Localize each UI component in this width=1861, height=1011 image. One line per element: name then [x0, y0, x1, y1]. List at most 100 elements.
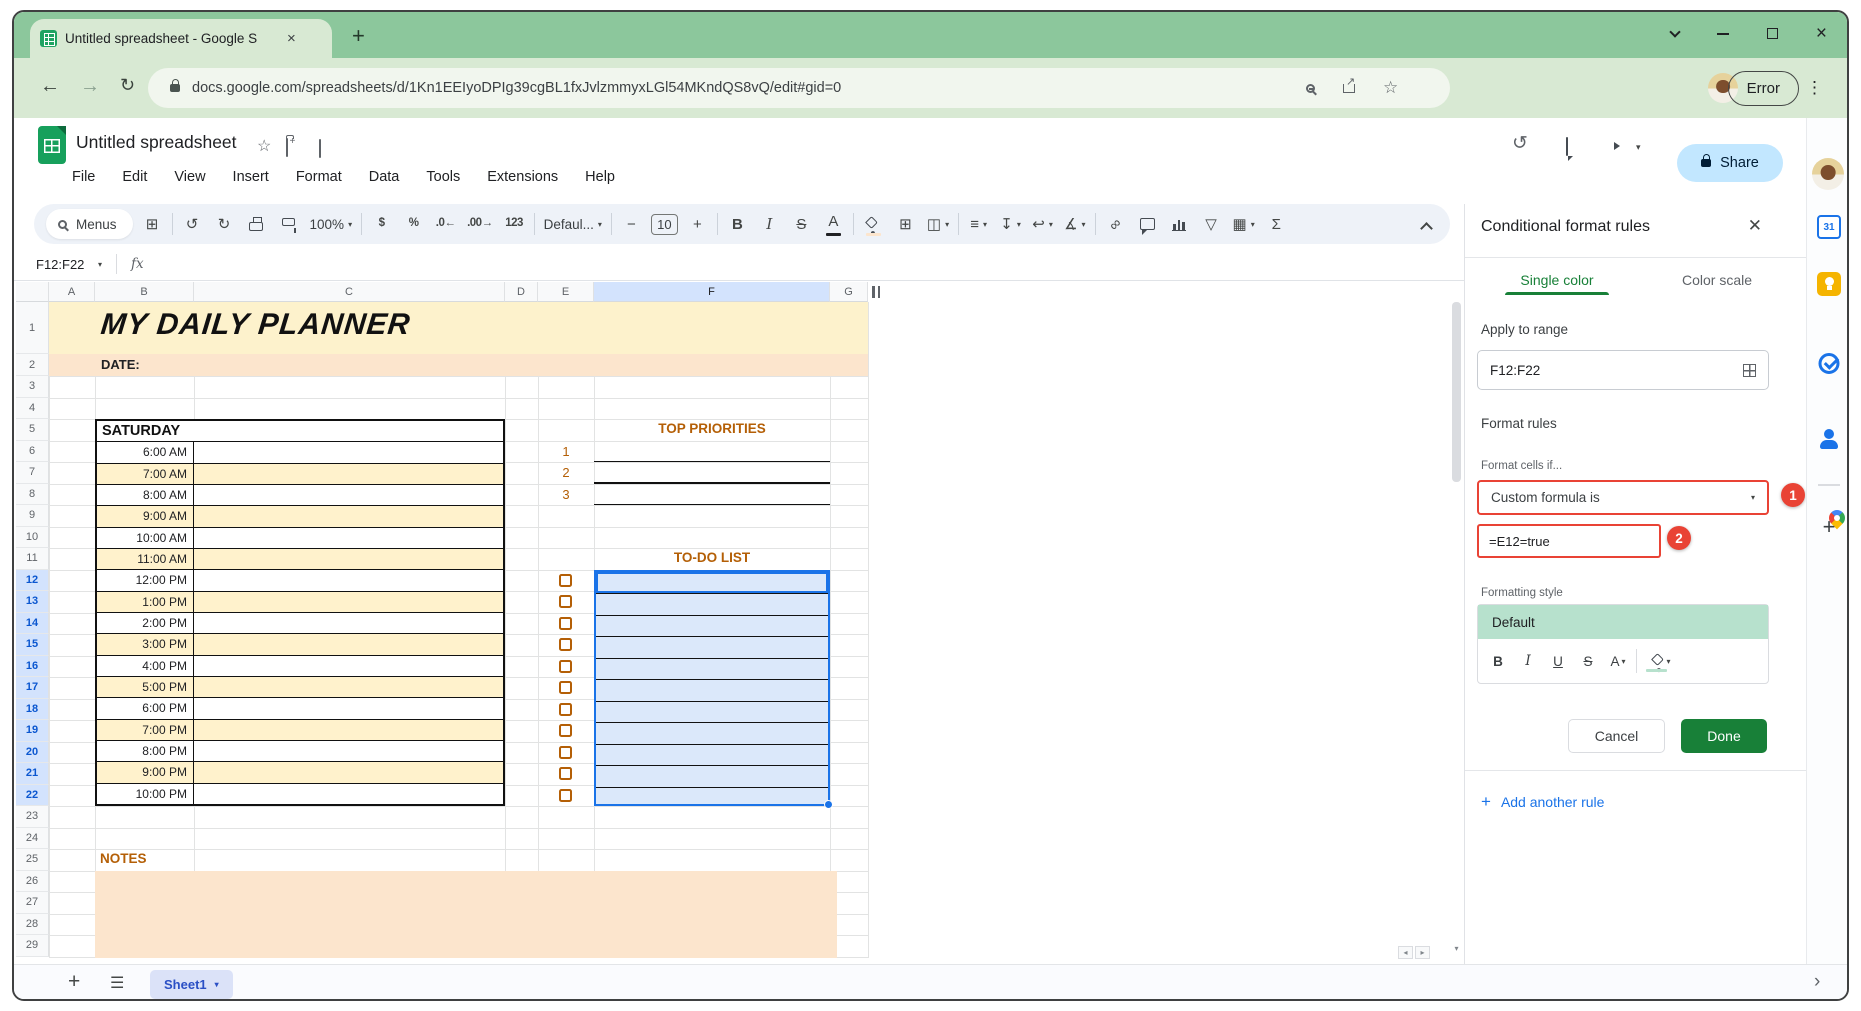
star-icon[interactable]: ☆ — [257, 136, 271, 156]
date-row[interactable]: DATE: — [49, 354, 868, 376]
condition-select[interactable]: Custom formula is ▾ — [1477, 480, 1769, 515]
font-select[interactable]: Defaul...▾ — [542, 210, 604, 238]
menu-format[interactable]: Format — [296, 169, 342, 185]
todo-checkbox[interactable] — [559, 703, 572, 716]
italic-icon[interactable]: I — [757, 210, 782, 238]
forward-icon[interactable]: → — [80, 75, 100, 98]
spreadsheet-grid[interactable]: ABCDEFG 12345678910111213141516171819202… — [14, 282, 1464, 958]
select-range-icon[interactable] — [1743, 364, 1756, 377]
schedule-entry-cell[interactable] — [194, 570, 503, 590]
todo-checkbox[interactable] — [559, 789, 572, 802]
keep-icon[interactable] — [1817, 272, 1841, 296]
panel-close-icon[interactable]: ✕ — [1748, 216, 1762, 236]
menu-view[interactable]: View — [174, 169, 205, 185]
error-button[interactable]: Error — [1728, 71, 1799, 106]
menu-insert[interactable]: Insert — [233, 169, 269, 185]
schedule-entry-cell[interactable] — [194, 592, 503, 612]
add-another-rule-button[interactable]: + Add another rule — [1481, 792, 1604, 812]
schedule-entry-cell[interactable] — [194, 720, 503, 740]
menu-help[interactable]: Help — [585, 169, 615, 185]
day-header[interactable]: SATURDAY — [97, 421, 503, 441]
row-header-2[interactable]: 2 — [16, 354, 49, 376]
tab-close-icon[interactable]: × — [287, 31, 296, 46]
row-header-13[interactable]: 13 — [16, 591, 49, 613]
style-strikethrough-icon[interactable]: S — [1576, 648, 1600, 674]
schedule-entry-cell[interactable] — [194, 784, 503, 804]
bold-icon[interactable]: B — [725, 210, 750, 238]
schedule-entry-cell[interactable] — [194, 464, 503, 484]
style-bold-icon[interactable]: B — [1486, 648, 1510, 674]
style-fill-color-icon[interactable]: ▾ — [1643, 648, 1681, 674]
schedule-row[interactable]: 7:00 AM — [97, 463, 503, 484]
todo-checkbox[interactable] — [559, 681, 572, 694]
schedule-row[interactable]: 10:00 PM — [97, 783, 503, 804]
tab-single-color[interactable]: Single color — [1505, 272, 1609, 288]
cancel-button[interactable]: Cancel — [1568, 719, 1665, 753]
row-header-18[interactable]: 18 — [16, 699, 49, 721]
priority-line[interactable] — [594, 482, 830, 484]
share-page-icon[interactable] — [1343, 84, 1355, 93]
insert-comment-icon[interactable] — [1135, 210, 1160, 238]
paint-format-icon[interactable] — [276, 210, 301, 238]
merge-cells-icon[interactable]: ◫▾ — [925, 210, 951, 238]
todo-checkbox[interactable] — [559, 574, 572, 587]
text-color-icon[interactable]: A — [821, 210, 846, 238]
increase-decimal-icon[interactable]: .00→ — [465, 210, 495, 238]
schedule-row[interactable]: 12:00 PM — [97, 569, 503, 590]
schedule-entry-cell[interactable] — [194, 549, 503, 569]
row-header-24[interactable]: 24 — [16, 828, 49, 850]
text-rotation-icon[interactable]: ∡▾ — [1062, 210, 1087, 238]
row-header-11[interactable]: 11 — [16, 548, 49, 570]
todo-checkbox[interactable] — [559, 724, 572, 737]
schedule-row[interactable]: 5:00 PM — [97, 676, 503, 697]
name-box[interactable]: F12:F22 — [36, 257, 98, 272]
schedule-entry-cell[interactable] — [194, 506, 503, 526]
todo-checkbox[interactable] — [559, 660, 572, 673]
style-text-color-icon[interactable]: A▾ — [1606, 648, 1630, 674]
row-header-27[interactable]: 27 — [16, 892, 49, 914]
schedule-entry-cell[interactable] — [194, 677, 503, 697]
range-input[interactable]: F12:F22 — [1477, 350, 1769, 390]
row-header-15[interactable]: 15 — [16, 634, 49, 656]
menu-tools[interactable]: Tools — [426, 169, 460, 185]
priority-line[interactable] — [594, 504, 830, 506]
schedule-row[interactable]: 6:00 PM — [97, 697, 503, 718]
menu-edit[interactable]: Edit — [122, 169, 147, 185]
schedule-row[interactable]: 8:00 AM — [97, 484, 503, 505]
column-header-g[interactable]: G — [830, 282, 868, 302]
toolbar-search[interactable]: Menus — [46, 209, 133, 239]
schedule-entry-cell[interactable] — [194, 762, 503, 782]
text-wrap-icon[interactable]: ↩▾ — [1030, 210, 1055, 238]
row-header-8[interactable]: 8 — [16, 484, 49, 506]
column-resize-marker[interactable] — [872, 286, 880, 298]
row-header-23[interactable]: 23 — [16, 806, 49, 828]
vertical-scrollbar[interactable] — [1452, 284, 1461, 940]
column-header-c[interactable]: C — [194, 282, 505, 302]
zoom-out-icon[interactable] — [1306, 84, 1315, 93]
schedule-row[interactable]: 8:00 PM — [97, 740, 503, 761]
print-icon[interactable] — [244, 210, 269, 238]
schedule-entry-cell[interactable] — [194, 442, 503, 462]
contacts-icon[interactable] — [1817, 427, 1841, 451]
row-header-29[interactable]: 29 — [16, 935, 49, 957]
schedule-row[interactable]: 10:00 AM — [97, 527, 503, 548]
more-formats-icon[interactable]: 123 — [502, 210, 527, 238]
row-header-16[interactable]: 16 — [16, 656, 49, 678]
row-header-6[interactable]: 6 — [16, 441, 49, 463]
zoom-select[interactable]: 100%▾ — [308, 210, 355, 238]
add-sheet-icon[interactable]: + — [68, 970, 80, 994]
window-close-icon[interactable]: × — [1816, 24, 1827, 43]
decrease-decimal-icon[interactable]: .0← — [433, 210, 458, 238]
todo-checkbox[interactable] — [559, 638, 572, 651]
todo-checkbox[interactable] — [559, 746, 572, 759]
planner-title-row[interactable]: MY DAILY PLANNER — [49, 302, 868, 354]
expand-side-panel-icon[interactable]: › — [1814, 971, 1820, 993]
tasks-icon[interactable] — [1819, 353, 1840, 374]
sheets-logo-icon[interactable] — [38, 126, 66, 164]
minimize-icon[interactable] — [1717, 33, 1729, 35]
schedule-row[interactable]: 9:00 AM — [97, 505, 503, 526]
todo-checkbox[interactable] — [559, 595, 572, 608]
move-folder-icon[interactable] — [286, 138, 288, 157]
row-header-3[interactable]: 3 — [16, 376, 49, 398]
active-cell-f12[interactable] — [596, 572, 828, 594]
